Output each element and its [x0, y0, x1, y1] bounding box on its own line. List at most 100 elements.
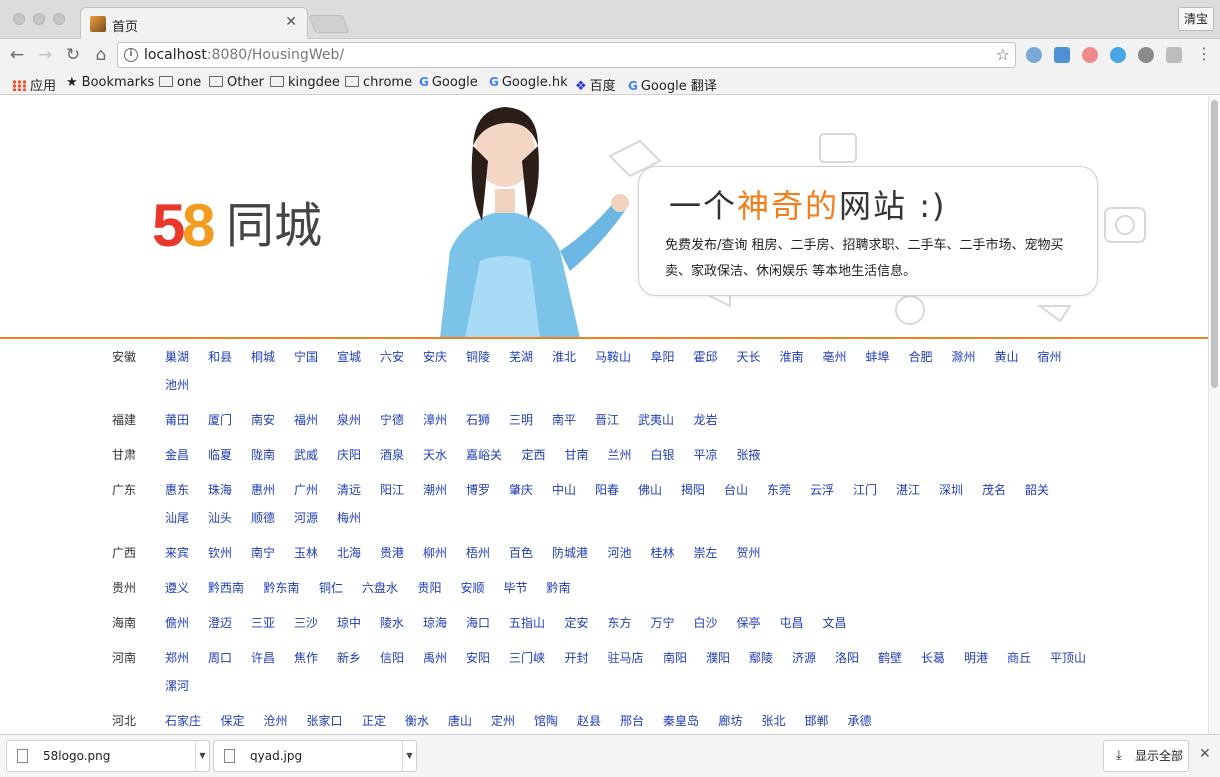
city-link[interactable]: 佛山 [638, 481, 662, 498]
city-link[interactable]: 柳州 [423, 544, 447, 561]
city-link[interactable]: 防城港 [552, 544, 588, 561]
city-link[interactable]: 淮北 [552, 348, 576, 365]
city-link[interactable]: 张北 [762, 712, 786, 729]
extension-icon-1[interactable] [1026, 47, 1042, 63]
city-link[interactable]: 宣城 [337, 348, 361, 365]
bookmark-apps[interactable]: 应用 [12, 75, 56, 94]
city-link[interactable]: 肇庆 [509, 481, 533, 498]
city-link[interactable]: 唐山 [448, 712, 472, 729]
city-link[interactable]: 桐城 [251, 348, 275, 365]
city-link[interactable]: 宁国 [294, 348, 318, 365]
close-shelf-icon[interactable]: ✕ [1199, 746, 1211, 762]
city-link[interactable]: 三门峡 [509, 649, 545, 666]
city-link[interactable]: 平凉 [694, 446, 718, 463]
back-icon[interactable]: ← [6, 44, 28, 66]
city-link[interactable]: 郑州 [165, 649, 189, 666]
city-link[interactable]: 濮阳 [706, 649, 730, 666]
city-link[interactable]: 马鞍山 [595, 348, 631, 365]
site-info-icon[interactable]: i [124, 48, 138, 62]
city-link[interactable]: 宿州 [1038, 348, 1062, 365]
city-link[interactable]: 周口 [208, 649, 232, 666]
city-link[interactable]: 平顶山 [1050, 649, 1086, 666]
city-link[interactable]: 漯河 [165, 677, 189, 694]
city-link[interactable]: 张掖 [737, 446, 761, 463]
city-link[interactable]: 金昌 [165, 446, 189, 463]
city-link[interactable]: 琼中 [337, 614, 361, 631]
city-link[interactable]: 厦门 [208, 411, 232, 428]
city-link[interactable]: 漳州 [423, 411, 447, 428]
city-link[interactable]: 三亚 [251, 614, 275, 631]
city-link[interactable]: 南平 [552, 411, 576, 428]
city-link[interactable]: 河池 [608, 544, 632, 561]
extension-icon-3[interactable] [1082, 47, 1098, 63]
chrome-menu-icon[interactable]: ⋮ [1196, 44, 1212, 63]
city-link[interactable]: 衡水 [405, 712, 429, 729]
city-link[interactable]: 沧州 [264, 712, 288, 729]
city-link[interactable]: 鹤壁 [878, 649, 902, 666]
city-link[interactable]: 莆田 [165, 411, 189, 428]
profile-button[interactable]: 清宝 [1178, 7, 1214, 31]
city-link[interactable]: 潮州 [423, 481, 447, 498]
bookmark-folder-kingdee[interactable]: kingdee [270, 75, 340, 91]
close-tab-icon[interactable]: ✕ [285, 14, 297, 30]
city-link[interactable]: 黔南 [547, 579, 571, 596]
city-link[interactable]: 六安 [380, 348, 404, 365]
extension-icon-4[interactable] [1110, 47, 1126, 63]
forward-icon[interactable]: → [34, 44, 56, 66]
tab-homepage[interactable]: 首页 ✕ [80, 7, 308, 40]
download-options-chevron-icon[interactable]: ▼ [402, 741, 416, 771]
city-link[interactable]: 庆阳 [337, 446, 361, 463]
city-link[interactable]: 黔西南 [208, 579, 244, 596]
city-link[interactable]: 蚌埠 [866, 348, 890, 365]
download-item[interactable]: qyad.jpg ▼ [213, 740, 417, 772]
bookmark-google[interactable]: G Google [419, 75, 478, 91]
city-link[interactable]: 六盘水 [362, 579, 398, 596]
city-link[interactable]: 廊坊 [719, 712, 743, 729]
bookmark-google-translate[interactable]: G Google 翻译 [628, 75, 717, 94]
city-link[interactable]: 焦作 [294, 649, 318, 666]
city-link[interactable]: 陇南 [251, 446, 275, 463]
city-link[interactable]: 武夷山 [638, 411, 674, 428]
city-link[interactable]: 阳春 [595, 481, 619, 498]
city-link[interactable]: 定安 [565, 614, 589, 631]
bookmark-star-icon[interactable]: ☆ [996, 45, 1010, 64]
city-link[interactable]: 河源 [294, 509, 318, 526]
city-link[interactable]: 北海 [337, 544, 361, 561]
city-link[interactable]: 巢湖 [165, 348, 189, 365]
city-link[interactable]: 汕尾 [165, 509, 189, 526]
city-link[interactable]: 许昌 [251, 649, 275, 666]
city-link[interactable]: 黄山 [995, 348, 1019, 365]
city-link[interactable]: 馆陶 [534, 712, 558, 729]
city-link[interactable]: 保亭 [737, 614, 761, 631]
bookmark-google-hk[interactable]: G Google.hk [489, 75, 568, 91]
bookmark-folder-one[interactable]: one [159, 75, 201, 91]
city-link[interactable]: 安顺 [461, 579, 485, 596]
city-link[interactable]: 福州 [294, 411, 318, 428]
city-link[interactable]: 贵阳 [418, 579, 442, 596]
city-link[interactable]: 黔东南 [264, 579, 300, 596]
city-link[interactable]: 琼海 [423, 614, 447, 631]
city-link[interactable]: 明港 [964, 649, 988, 666]
city-link[interactable]: 云浮 [810, 481, 834, 498]
minimize-window-button[interactable] [33, 13, 45, 25]
city-link[interactable]: 梅州 [337, 509, 361, 526]
city-link[interactable]: 桂林 [651, 544, 675, 561]
city-link[interactable]: 屯昌 [780, 614, 804, 631]
city-link[interactable]: 信阳 [380, 649, 404, 666]
city-link[interactable]: 池州 [165, 376, 189, 393]
city-link[interactable]: 定西 [522, 446, 546, 463]
city-link[interactable]: 顺德 [251, 509, 275, 526]
city-link[interactable]: 珠海 [208, 481, 232, 498]
extension-icon-6[interactable] [1166, 47, 1182, 63]
city-link[interactable]: 龙岩 [694, 411, 718, 428]
city-link[interactable]: 惠东 [165, 481, 189, 498]
city-link[interactable]: 毕节 [504, 579, 528, 596]
show-all-downloads-button[interactable]: ⤓ 显示全部 [1103, 740, 1189, 772]
city-link[interactable]: 定州 [491, 712, 515, 729]
city-link[interactable]: 秦皇岛 [663, 712, 699, 729]
bookmark-folder-chrome[interactable]: chrome [345, 75, 412, 91]
city-link[interactable]: 江门 [853, 481, 877, 498]
bookmark-folder-other[interactable]: Other [209, 75, 264, 91]
city-link[interactable]: 崇左 [694, 544, 718, 561]
city-link[interactable]: 贵港 [380, 544, 404, 561]
